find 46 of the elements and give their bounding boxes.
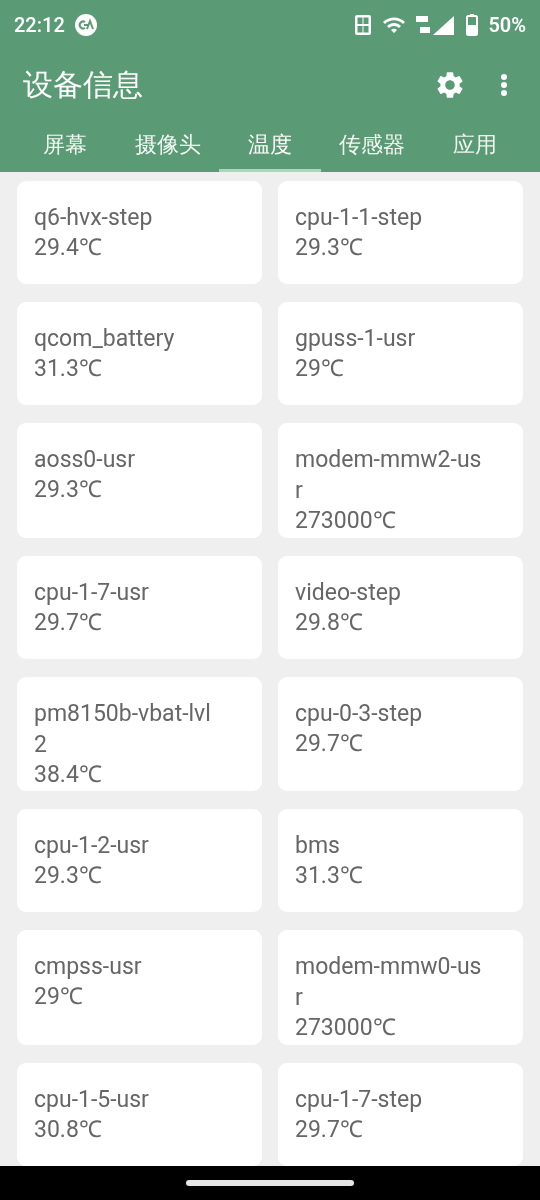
sensor-name: modem-mmw0-usr — [295, 952, 483, 1014]
sensor-temperature: 29.4℃ — [34, 233, 103, 262]
sensor-temperature: 29.3℃ — [34, 475, 103, 504]
tab[interactable]: 应用 — [423, 120, 527, 172]
more-options-icon — [500, 73, 508, 97]
sensor-temperature: 29.7℃ — [295, 1115, 364, 1144]
sensor-name: modem-mmw2-usr — [295, 445, 483, 506]
tab[interactable]: 摄像头 — [116, 120, 219, 172]
sensor-temperature: 29.7℃ — [34, 607, 103, 637]
sim-card-icon — [354, 14, 373, 36]
sensor-name: cpu-0-3-step — [295, 698, 424, 729]
sensor-temperature: 29.7℃ — [295, 728, 364, 758]
sensor-temperature: 31.3℃ — [295, 861, 364, 891]
sensor-temperature: 273000℃ — [295, 506, 397, 535]
battery-icon — [466, 14, 479, 36]
sensor-name: pm8150b-vbat-lvl2 — [34, 698, 212, 760]
sensor-name: qcom_battery — [34, 324, 176, 354]
app-notification-icon — [74, 14, 97, 36]
sensor-name: cpu-1-2-usr — [34, 831, 150, 862]
sensor-temperature: 29.8℃ — [295, 607, 364, 637]
sensor-temperature: 29.3℃ — [34, 861, 103, 891]
cellular-signal-icon — [416, 14, 457, 36]
tab[interactable]: 屏幕 — [14, 120, 117, 172]
sensor-temperature: 29℃ — [295, 354, 345, 383]
sensor-name: gpuss-1-usr — [295, 324, 417, 354]
sensor-name: cpu-1-7-step — [295, 1085, 424, 1115]
sensor-name: bms — [295, 831, 341, 862]
sensor-name: cpu-1-7-usr — [34, 577, 150, 608]
sensor-name: video-step — [295, 577, 402, 608]
sensor-temperature: 29℃ — [34, 982, 84, 1012]
battery-percent: 50% — [488, 13, 526, 37]
sensor-temperature: 31.3℃ — [34, 354, 103, 383]
status-time: 22:12 — [14, 13, 65, 37]
sensor-temperature: 273000℃ — [295, 1013, 397, 1043]
sensor-name: cmpss-usr — [34, 952, 143, 983]
sensor-name: aoss0-usr — [34, 445, 136, 475]
home-handle[interactable] — [186, 1180, 354, 1186]
sensor-temperature: 38.4℃ — [34, 759, 103, 789]
sensor-name: cpu-1-1-step — [295, 203, 424, 233]
tab[interactable]: 温度 — [218, 120, 322, 172]
sensor-temperature: 30.8℃ — [34, 1115, 103, 1144]
sensor-temperature: 29.3℃ — [295, 233, 364, 262]
sensor-name: q6-hvx-step — [34, 203, 154, 233]
sensor-name: cpu-1-5-usr — [34, 1085, 150, 1115]
app-title: 设备信息 — [23, 65, 144, 104]
tab[interactable]: 传感器 — [321, 120, 424, 172]
